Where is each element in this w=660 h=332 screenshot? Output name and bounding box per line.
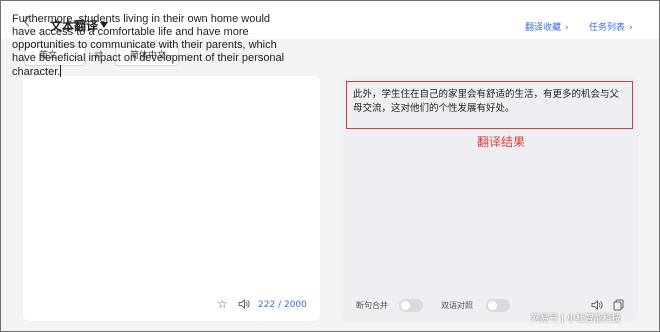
watermark: 网易号 | 小杜智能科技 bbox=[531, 314, 621, 324]
character-count: 222 / 2000 bbox=[258, 300, 307, 310]
merge-sentences-toggle[interactable] bbox=[399, 299, 423, 312]
star-icon[interactable]: ☆ bbox=[217, 297, 228, 311]
app-window: 文本翻译 翻译收藏 › 任务列表 › 英文 ⇄ 简体中文 Furthermore, … bbox=[0, 0, 660, 332]
char-count-current: 222 bbox=[258, 300, 276, 310]
favorites-link-label: 翻译收藏 bbox=[525, 23, 562, 33]
chevron-right-icon: › bbox=[629, 23, 633, 33]
merge-sentences-label: 断句合并 bbox=[356, 301, 388, 310]
chevron-right-icon: › bbox=[565, 23, 569, 33]
copy-icon[interactable] bbox=[613, 299, 624, 311]
tasks-link[interactable]: 任务列表 › bbox=[589, 22, 633, 34]
text-cursor bbox=[60, 65, 62, 77]
translation-result-annotation: 翻译结果 bbox=[477, 135, 526, 149]
translation-text: 此外，学生住在自己的家里会有舒适的生活，有更多的机会与父母交流，这对他们的个性发… bbox=[353, 89, 620, 114]
source-text-input[interactable]: Furthermore, students living in their ow… bbox=[12, 13, 292, 79]
bilingual-toggle[interactable] bbox=[486, 299, 510, 312]
bilingual-label: 双语对照 bbox=[441, 301, 473, 310]
char-count-max: 2000 bbox=[283, 300, 307, 310]
source-text: Furthermore, students living in their ow… bbox=[12, 13, 285, 78]
speaker-icon[interactable] bbox=[591, 299, 603, 311]
speaker-icon[interactable] bbox=[238, 298, 250, 310]
tasks-link-label: 任务列表 bbox=[589, 23, 626, 33]
favorites-link[interactable]: 翻译收藏 › bbox=[525, 22, 569, 34]
source-panel[interactable] bbox=[23, 76, 320, 321]
